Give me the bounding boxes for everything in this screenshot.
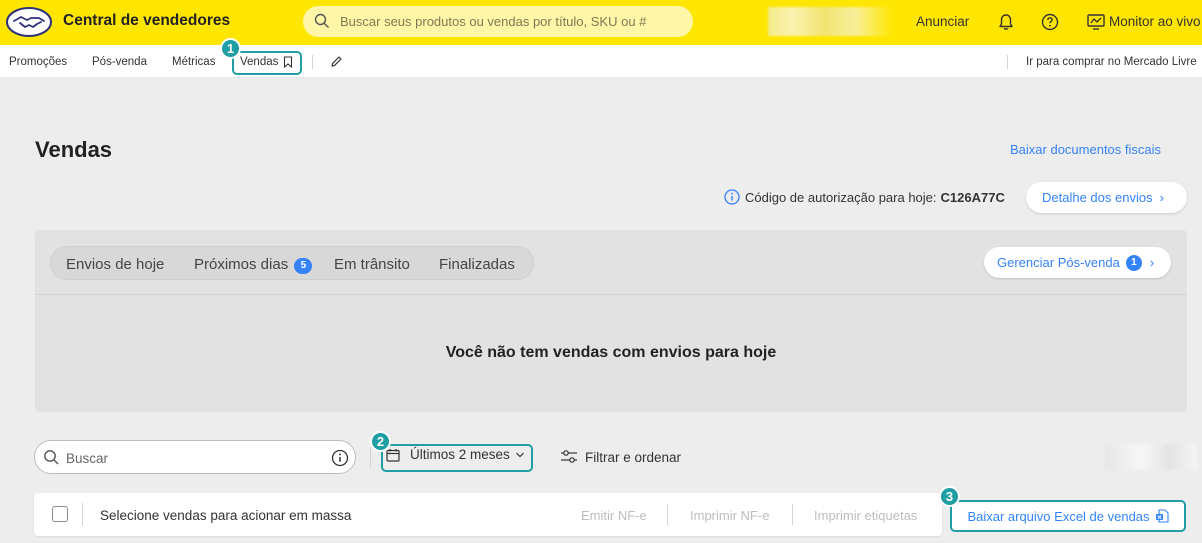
shipments-panel-header: Envios de hoje Próximos dias 5 Em trânsi… bbox=[35, 230, 1187, 295]
shipments-panel: Envios de hoje Próximos dias 5 Em trânsi… bbox=[35, 230, 1187, 412]
empty-state-message: Você não tem vendas com envios para hoje bbox=[445, 344, 777, 361]
sales-search-placeholder: Buscar bbox=[66, 451, 109, 466]
bulk-divider bbox=[667, 504, 668, 525]
subnav-divider bbox=[312, 55, 313, 69]
search-placeholder: Buscar seus produtos ou vendas por títul… bbox=[340, 14, 647, 29]
tab-count-badge: 5 bbox=[294, 257, 313, 274]
period-selected-value: Últimos 2 meses bbox=[410, 447, 510, 462]
filter-sliders-icon bbox=[561, 450, 577, 463]
auth-code-label: Código de autorização para hoje: bbox=[745, 189, 937, 205]
blurred-content bbox=[1105, 444, 1197, 470]
bulk-actions-bar: Selecione vendas para acionar em massa E… bbox=[34, 493, 942, 536]
filter-sort-button[interactable]: Filtrar e ordenar bbox=[560, 449, 681, 465]
download-excel-label: Baixar arquivo Excel de vendas bbox=[967, 508, 1150, 524]
global-search-input[interactable]: Buscar seus produtos ou vendas por títul… bbox=[303, 6, 693, 37]
emit-nfe-button[interactable]: Emitir NF-e bbox=[581, 508, 647, 523]
chevron-down-icon bbox=[515, 452, 524, 457]
download-excel-button[interactable]: Baixar arquivo Excel de vendas bbox=[950, 500, 1186, 532]
live-monitor-link[interactable]: Monitor ao vivo bbox=[1109, 14, 1201, 29]
sales-search-input[interactable]: Buscar bbox=[34, 440, 356, 474]
notifications-bell-icon[interactable] bbox=[996, 12, 1016, 32]
period-dropdown[interactable]: Últimos 2 meses bbox=[386, 447, 525, 462]
chevron-right-icon: › bbox=[1149, 255, 1155, 270]
mercado-livre-logo[interactable] bbox=[6, 7, 52, 37]
filter-sort-label: Filtrar e ordenar bbox=[585, 449, 682, 465]
search-icon bbox=[44, 450, 59, 465]
auth-code-value: C126A77C bbox=[940, 189, 1005, 205]
post-sale-count-badge: 1 bbox=[1125, 254, 1142, 271]
callout-highlight-vendas bbox=[232, 51, 302, 75]
calendar-icon bbox=[386, 448, 400, 462]
account-avatar-blurred[interactable] bbox=[768, 7, 893, 36]
excel-file-icon bbox=[1155, 509, 1169, 523]
tab-finalizadas[interactable]: Finalizadas bbox=[439, 256, 515, 273]
manage-post-sale-button[interactable]: Gerenciar Pós-venda 1 › bbox=[984, 247, 1171, 278]
print-labels-button[interactable]: Imprimir etiquetas bbox=[814, 508, 917, 523]
chevron-right-icon: › bbox=[1159, 190, 1164, 205]
callout-number-3: 3 bbox=[939, 486, 960, 507]
manage-post-sale-label: Gerenciar Pós-venda bbox=[997, 255, 1120, 270]
subnav-item-promocoes[interactable]: Promoções bbox=[9, 56, 67, 68]
page-title: Vendas bbox=[35, 137, 113, 162]
tab-proximos-dias[interactable]: Próximos dias 5 bbox=[194, 256, 313, 274]
subnav-divider-right bbox=[1007, 55, 1008, 69]
edit-pencil-icon[interactable] bbox=[330, 55, 343, 68]
info-icon[interactable] bbox=[331, 449, 349, 467]
help-icon[interactable] bbox=[1040, 12, 1060, 32]
bulk-select-label: Selecione vendas para acionar em massa bbox=[100, 508, 352, 523]
toolbar-divider bbox=[370, 447, 371, 469]
live-monitor-icon[interactable] bbox=[1086, 12, 1106, 32]
tab-proximos-dias-label: Próximos dias bbox=[194, 256, 289, 273]
subnav-item-metricas[interactable]: Métricas bbox=[172, 56, 215, 68]
tab-em-transito[interactable]: Em trânsito bbox=[334, 256, 410, 273]
bulk-divider bbox=[82, 503, 83, 526]
shipments-detail-button[interactable]: Detalhe dos envios › bbox=[1026, 182, 1187, 213]
announce-link[interactable]: Anunciar bbox=[916, 14, 969, 29]
subnav-item-pos-venda[interactable]: Pós-venda bbox=[92, 56, 147, 68]
tab-envios-de-hoje[interactable]: Envios de hoje bbox=[66, 256, 164, 273]
shipments-detail-label: Detalhe dos envios bbox=[1042, 190, 1153, 205]
callout-number-1: 1 bbox=[220, 38, 241, 59]
buy-on-mercado-livre-link[interactable]: Ir para comprar no Mercado Livre bbox=[1026, 56, 1197, 68]
search-icon bbox=[314, 13, 329, 28]
top-header: Central de vendedores Buscar seus produt… bbox=[0, 0, 1202, 45]
bulk-divider bbox=[792, 504, 793, 525]
shipment-tabs: Envios de hoje Próximos dias 5 Em trânsi… bbox=[50, 246, 534, 280]
select-all-checkbox[interactable] bbox=[52, 506, 68, 522]
brand-title: Central de vendedores bbox=[63, 12, 231, 29]
info-icon bbox=[724, 189, 740, 205]
print-nfe-button[interactable]: Imprimir NF-e bbox=[690, 508, 769, 523]
sub-navigation: Promoções Pós-venda Métricas Vendas Ir p… bbox=[0, 45, 1202, 78]
authorization-code-row: Código de autorização para hoje: C126A77… bbox=[724, 189, 1005, 205]
fiscal-docs-link[interactable]: Baixar documentos fiscais bbox=[1010, 142, 1161, 157]
